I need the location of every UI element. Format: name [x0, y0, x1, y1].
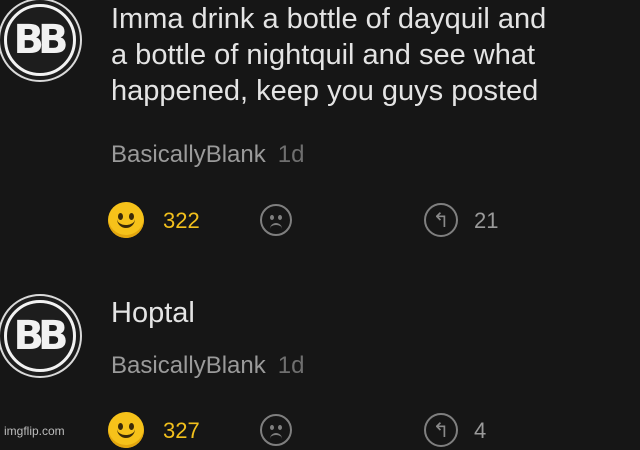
comment-actions: 327 ↰ 4: [0, 410, 640, 450]
like-count: 322: [163, 208, 200, 233]
comment-actions: 322 ↰ 21: [0, 200, 640, 240]
avatar-ring: BB: [4, 4, 76, 76]
comment-meta: BasicallyBlank 1d: [111, 352, 304, 380]
author-name[interactable]: BasicallyBlank: [111, 141, 266, 168]
smile-icon[interactable]: [108, 202, 144, 238]
comment-time: 1d: [277, 141, 305, 168]
reply-count: 21: [474, 208, 499, 233]
watermark: imgflip.com: [4, 424, 65, 438]
reply-icon[interactable]: ↰: [424, 413, 458, 447]
comment-time: 1d: [277, 352, 305, 379]
avatar[interactable]: BB: [0, 294, 82, 378]
author-name[interactable]: BasicallyBlank: [111, 352, 266, 379]
avatar-ring: BB: [4, 300, 76, 372]
avatar-initials: BB: [13, 313, 69, 359]
reply-count: 4: [474, 418, 487, 443]
avatar[interactable]: BB: [0, 0, 82, 82]
comment-text: Imma drink a bottle of dayquil and a bot…: [111, 3, 547, 107]
frown-icon[interactable]: [260, 204, 292, 236]
frown-icon[interactable]: [260, 414, 292, 446]
comment-text: Hoptal: [111, 297, 195, 329]
like-count: 327: [163, 418, 200, 443]
reply-icon[interactable]: ↰: [424, 203, 458, 237]
avatar-initials: BB: [13, 17, 69, 63]
smile-icon[interactable]: [108, 412, 144, 448]
comment-meta: BasicallyBlank 1d: [111, 141, 304, 169]
